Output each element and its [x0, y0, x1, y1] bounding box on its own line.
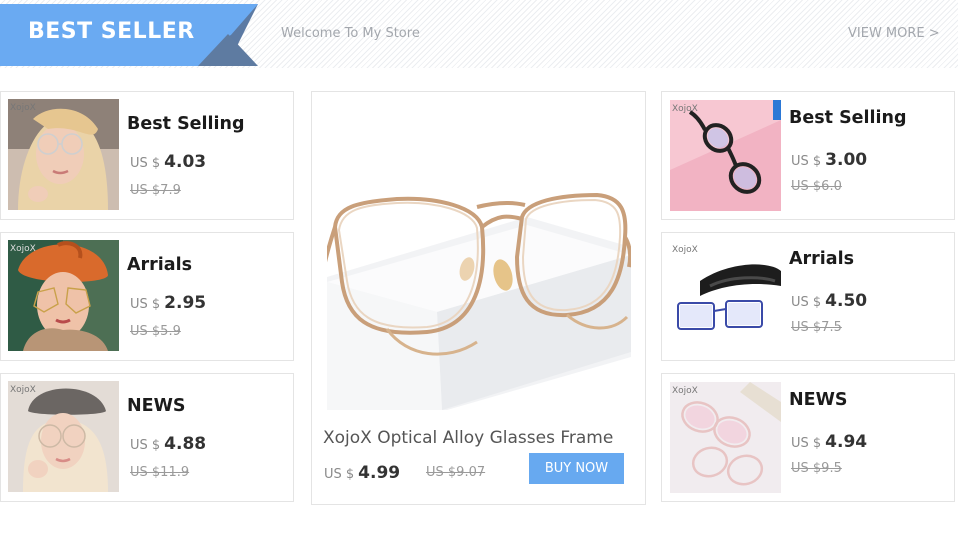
product-image: XojoX [8, 99, 119, 210]
product-title: Best Selling [789, 108, 907, 128]
price-row: US $3.00 [791, 150, 867, 170]
product-card[interactable]: XojoX Arrials US $4.50 US $7.5 [661, 232, 955, 361]
section-title: BEST SELLER [28, 19, 195, 44]
price-row: US $4.94 [791, 432, 867, 452]
product-image: XojoX [8, 381, 119, 492]
current-price: 4.88 [164, 434, 207, 454]
current-price: 4.50 [825, 291, 868, 311]
svg-text:XojoX: XojoX [672, 104, 698, 114]
current-price: 3.00 [825, 150, 868, 170]
buy-now-button[interactable]: BUY NOW [529, 453, 624, 484]
view-more-link[interactable]: VIEW MORE > [848, 26, 940, 41]
svg-text:XojoX: XojoX [672, 245, 698, 255]
product-image: XojoX [670, 241, 781, 352]
welcome-text: Welcome To My Store [281, 26, 420, 41]
original-price: US $6.0 [791, 179, 842, 194]
product-card[interactable]: XojoX NEWS US $4.94 US $9.5 [661, 373, 955, 502]
product-card[interactable]: XojoX Best Selling US $4.03 US $7.9 [0, 91, 294, 220]
product-card[interactable]: XojoX NEWS US $4.88 US $11.9 [0, 373, 294, 502]
currency-label: US $ [791, 436, 822, 451]
price-row: US $4.03 [130, 152, 206, 172]
featured-original-price: US $9.07 [426, 465, 486, 480]
current-price: 4.94 [825, 432, 868, 452]
original-price: US $9.5 [791, 461, 842, 476]
product-image: XojoX [8, 240, 119, 351]
product-title: NEWS [127, 396, 186, 416]
currency-label: US $ [130, 297, 161, 312]
product-title: Arrials [789, 249, 855, 269]
original-price: US $7.9 [130, 183, 181, 198]
svg-text:XojoX: XojoX [10, 103, 36, 113]
current-price: 4.03 [164, 152, 207, 172]
product-title: NEWS [789, 390, 848, 410]
currency-label: US $ [324, 467, 355, 482]
featured-product-name: XojoX Optical Alloy Glasses Frame [323, 428, 614, 448]
featured-current-price: 4.99 [358, 463, 401, 483]
svg-text:XojoX: XojoX [10, 385, 36, 395]
featured-product-card[interactable]: XojoX Optical Alloy Glasses Frame US $4.… [311, 91, 646, 505]
product-title: Best Selling [127, 114, 245, 134]
original-price: US $11.9 [130, 465, 190, 480]
current-price: 2.95 [164, 293, 207, 313]
currency-label: US $ [130, 438, 161, 453]
currency-label: US $ [130, 156, 161, 171]
product-title: Arrials [127, 255, 193, 275]
price-row: US $4.50 [791, 291, 867, 311]
section-header: BEST SELLER Welcome To My Store VIEW MOR… [0, 0, 958, 68]
svg-text:XojoX: XojoX [10, 244, 36, 254]
svg-text:XojoX: XojoX [672, 386, 698, 396]
product-card[interactable]: XojoX Arrials US $2.95 US $5.9 [0, 232, 294, 361]
original-price: US $5.9 [130, 324, 181, 339]
featured-price-row: US $4.99 [324, 463, 400, 483]
featured-product-image [327, 107, 631, 410]
price-row: US $4.88 [130, 434, 206, 454]
product-card[interactable]: XojoX Best Selling US $3.00 US $6.0 [661, 91, 955, 220]
currency-label: US $ [791, 295, 822, 310]
product-image: XojoX [670, 382, 781, 493]
currency-label: US $ [791, 154, 822, 169]
product-image: XojoX [670, 100, 781, 211]
original-price: US $7.5 [791, 320, 842, 335]
price-row: US $2.95 [130, 293, 206, 313]
